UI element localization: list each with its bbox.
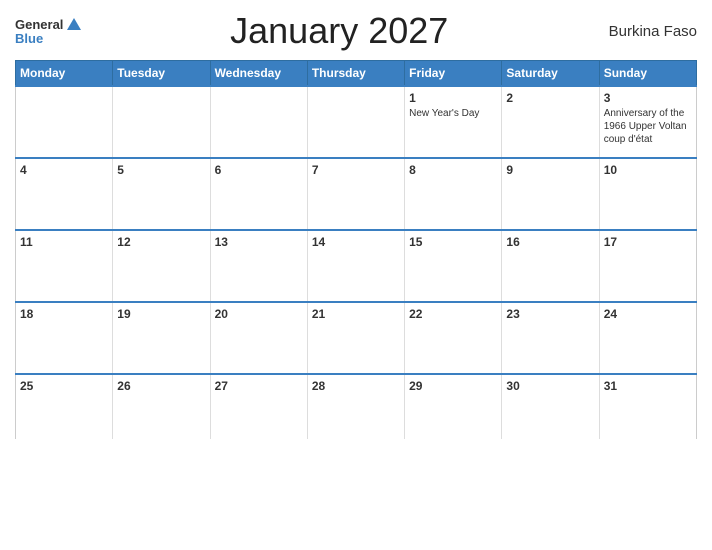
calendar-day-cell: 20: [210, 302, 307, 374]
day-number: 27: [215, 379, 303, 393]
day-number: 1: [409, 91, 497, 105]
calendar-day-cell: 21: [307, 302, 404, 374]
day-number: 18: [20, 307, 108, 321]
day-number: 19: [117, 307, 205, 321]
calendar-day-cell: 29: [405, 374, 502, 439]
calendar-day-cell: 4: [16, 158, 113, 230]
day-number: 31: [604, 379, 692, 393]
header-friday: Friday: [405, 61, 502, 87]
calendar-week-row: 18 19 20 21 22 23 24: [16, 302, 697, 374]
day-number: 24: [604, 307, 692, 321]
day-number: 11: [20, 235, 108, 249]
calendar-day-cell: 10: [599, 158, 696, 230]
calendar-day-cell: 14: [307, 230, 404, 302]
calendar-day-cell: 19: [113, 302, 210, 374]
calendar-day-cell: 23: [502, 302, 599, 374]
calendar-day-cell: 12: [113, 230, 210, 302]
calendar-day-cell: 16: [502, 230, 599, 302]
calendar-day-cell: 24: [599, 302, 696, 374]
calendar-day-cell: 3 Anniversary of the 1966 Upper Voltan co…: [599, 86, 696, 158]
calendar-day-cell: [113, 86, 210, 158]
day-number: 23: [506, 307, 594, 321]
header-thursday: Thursday: [307, 61, 404, 87]
calendar-day-cell: 28: [307, 374, 404, 439]
day-number: 28: [312, 379, 400, 393]
day-number: 12: [117, 235, 205, 249]
logo: General Blue: [15, 18, 81, 45]
calendar-day-cell: 9: [502, 158, 599, 230]
day-number: 30: [506, 379, 594, 393]
calendar-day-cell: 17: [599, 230, 696, 302]
calendar-day-cell: 26: [113, 374, 210, 439]
calendar-table: Monday Tuesday Wednesday Thursday Friday…: [15, 60, 697, 439]
day-number: 8: [409, 163, 497, 177]
header-sunday: Sunday: [599, 61, 696, 87]
day-number: 25: [20, 379, 108, 393]
header: General Blue January 2027 Burkina Faso: [15, 10, 697, 52]
calendar-day-cell: 15: [405, 230, 502, 302]
logo-blue-text: Blue: [15, 32, 43, 45]
day-number: 20: [215, 307, 303, 321]
header-monday: Monday: [16, 61, 113, 87]
day-number: 10: [604, 163, 692, 177]
day-number: 29: [409, 379, 497, 393]
day-number: 2: [506, 91, 594, 105]
day-number: 13: [215, 235, 303, 249]
calendar-day-cell: 25: [16, 374, 113, 439]
day-number: 16: [506, 235, 594, 249]
calendar-week-row: 456789 10: [16, 158, 697, 230]
calendar-day-cell: [210, 86, 307, 158]
day-number: 21: [312, 307, 400, 321]
calendar-day-cell: [307, 86, 404, 158]
day-number: 3: [604, 91, 692, 105]
calendar-day-cell: 31: [599, 374, 696, 439]
day-number: 22: [409, 307, 497, 321]
day-number: 14: [312, 235, 400, 249]
calendar-week-row: 1 New Year's Day 23 Anniversary of the 1966…: [16, 86, 697, 158]
day-number: 7: [312, 163, 400, 177]
calendar-day-cell: 18: [16, 302, 113, 374]
day-number: 9: [506, 163, 594, 177]
country-name: Burkina Faso: [597, 23, 697, 40]
header-saturday: Saturday: [502, 61, 599, 87]
day-number: 15: [409, 235, 497, 249]
logo-general-text: General: [15, 18, 63, 31]
day-number: 4: [20, 163, 108, 177]
calendar-day-cell: 22: [405, 302, 502, 374]
day-number: 6: [215, 163, 303, 177]
calendar-day-cell: 5: [113, 158, 210, 230]
calendar-day-cell: 1 New Year's Day: [405, 86, 502, 158]
calendar-day-cell: 11: [16, 230, 113, 302]
day-event: Anniversary of the 1966 Upper Voltan cou…: [604, 107, 692, 146]
day-number: 26: [117, 379, 205, 393]
calendar-day-cell: 7: [307, 158, 404, 230]
calendar-day-cell: 27: [210, 374, 307, 439]
logo-triangle-icon: [67, 18, 81, 30]
day-number: 17: [604, 235, 692, 249]
calendar-day-cell: 6: [210, 158, 307, 230]
header-wednesday: Wednesday: [210, 61, 307, 87]
calendar-day-cell: [16, 86, 113, 158]
calendar-day-cell: 30: [502, 374, 599, 439]
weekday-header-row: Monday Tuesday Wednesday Thursday Friday…: [16, 61, 697, 87]
calendar-day-cell: 2: [502, 86, 599, 158]
day-number: 5: [117, 163, 205, 177]
calendar-day-cell: 8: [405, 158, 502, 230]
page: General Blue January 2027 Burkina Faso M…: [0, 0, 712, 550]
day-event: New Year's Day: [409, 107, 497, 120]
calendar-title: January 2027: [81, 10, 597, 52]
calendar-day-cell: 13: [210, 230, 307, 302]
calendar-week-row: 11 12 13 14 15 16 17: [16, 230, 697, 302]
calendar-week-row: 25 26 27 28 29 30 31: [16, 374, 697, 439]
header-tuesday: Tuesday: [113, 61, 210, 87]
